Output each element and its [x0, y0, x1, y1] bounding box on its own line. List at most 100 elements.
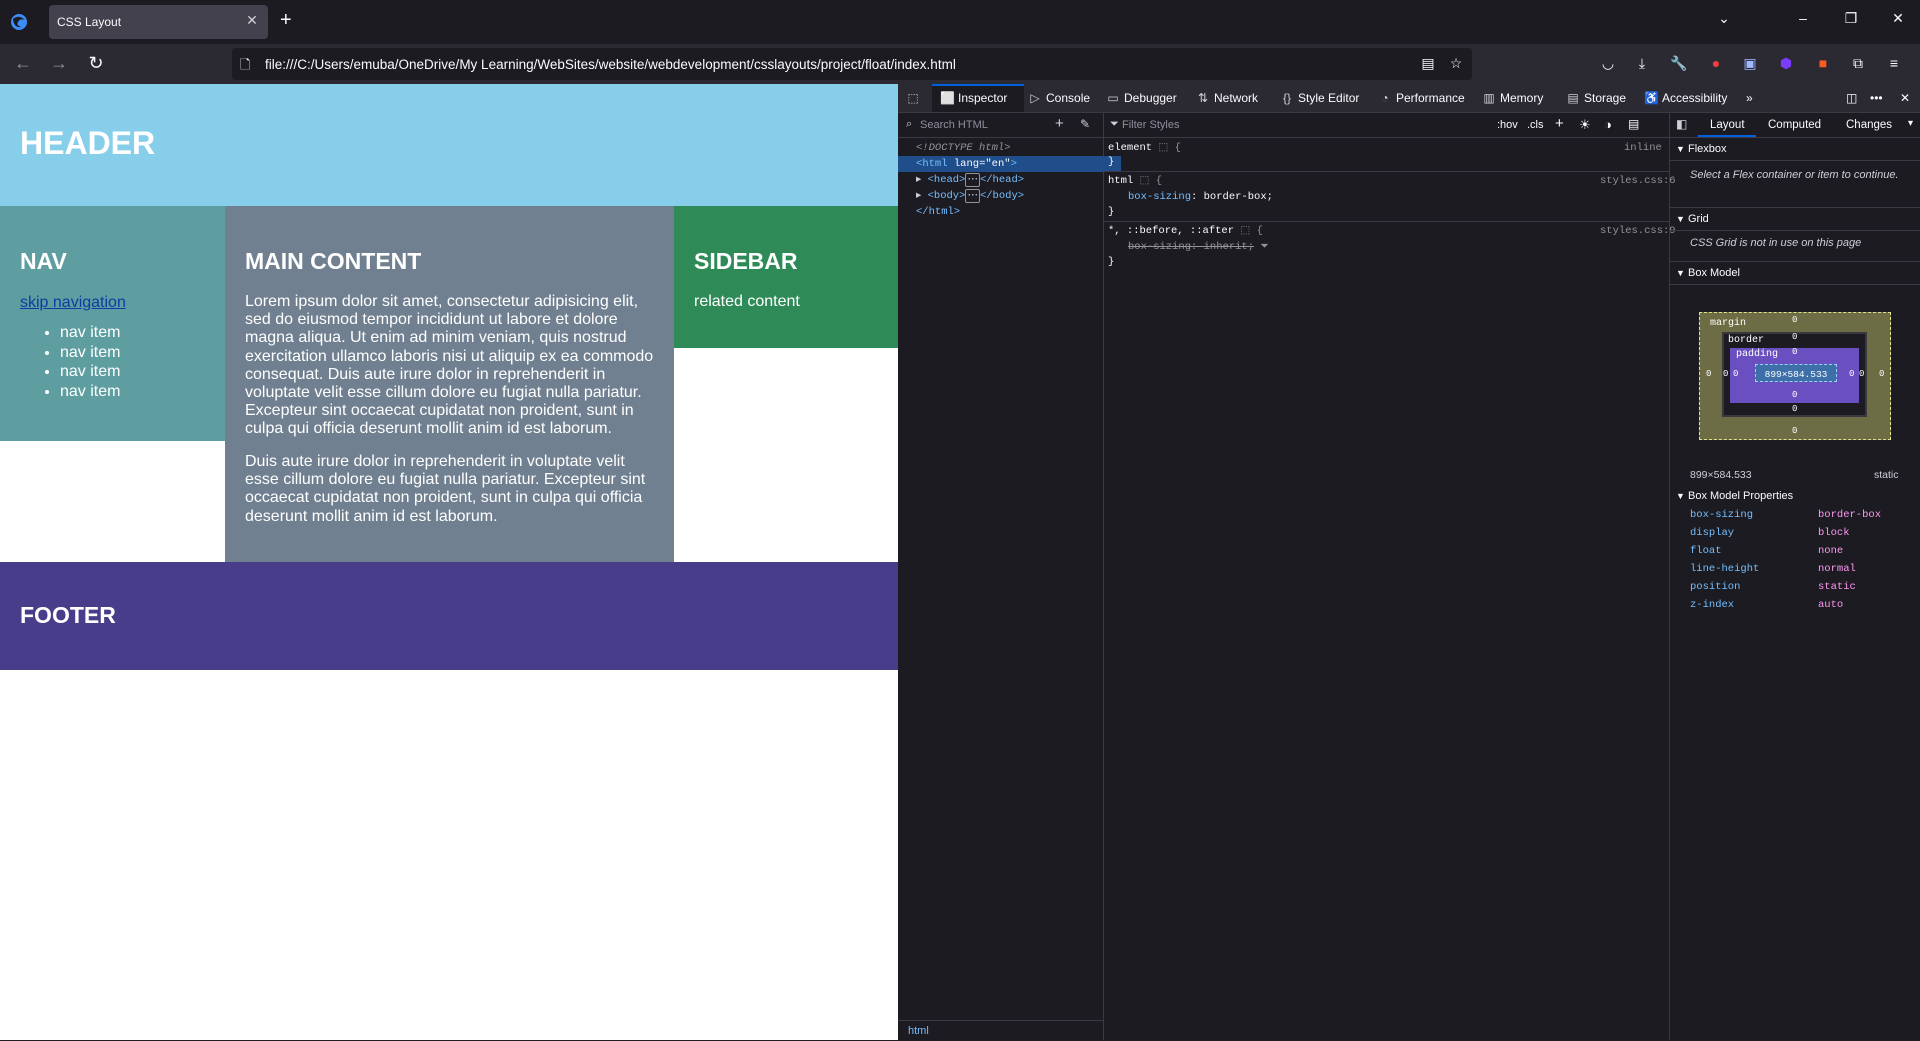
pocket-icon[interactable]: ◡	[1598, 55, 1618, 73]
minimize-icon[interactable]: –	[1791, 10, 1815, 26]
collapsed-ellipsis-icon[interactable]: ⋯	[965, 173, 980, 187]
tab-network[interactable]: ⇅ Network	[1196, 91, 1258, 105]
expand-icon[interactable]: ▸	[916, 190, 921, 202]
padding-left-value[interactable]: 0	[1733, 369, 1738, 379]
tab-style-editor[interactable]: {} Style Editor	[1280, 91, 1359, 105]
tab-list-icon[interactable]: ⌄	[1712, 10, 1736, 27]
element-picker-icon[interactable]: ⬚	[906, 91, 924, 105]
tab-computed[interactable]: Computed	[1768, 119, 1821, 131]
new-tab-icon[interactable]: +	[280, 9, 292, 32]
padding-right-value[interactable]: 0	[1849, 369, 1854, 379]
toggle-pane-icon[interactable]: ◧	[1676, 117, 1687, 131]
rule-declaration[interactable]: box-sizing: border-box;	[1128, 189, 1273, 205]
filter-styles-input[interactable]: Filter Styles	[1122, 119, 1179, 131]
markup-body-node[interactable]: ▸ <body> ⋯ </body>	[898, 188, 1121, 204]
rule-source-link[interactable]: styles.css:9	[1600, 223, 1676, 239]
border-right-value[interactable]: 0	[1859, 369, 1864, 379]
close-window-icon[interactable]: ✕	[1886, 10, 1910, 27]
back-icon[interactable]: ←	[11, 53, 35, 74]
light-scheme-icon[interactable]: ☀	[1579, 117, 1591, 133]
classes-toggle[interactable]: .cls	[1527, 119, 1544, 131]
add-node-icon[interactable]: +	[1055, 115, 1064, 132]
margin-left-value[interactable]: 0	[1706, 369, 1711, 379]
rule-universal-selector[interactable]: *, ::before, ::after ⬚ {	[1108, 223, 1263, 239]
extension-red-icon[interactable]: ●	[1706, 55, 1726, 73]
expand-icon[interactable]: ▸	[916, 174, 921, 186]
rule-source-link[interactable]: styles.css:6	[1600, 173, 1676, 189]
extension-purple-icon[interactable]: ⬢	[1776, 55, 1796, 73]
tab-close-icon[interactable]: ✕	[244, 12, 260, 29]
skip-navigation-link[interactable]: skip navigation	[20, 294, 126, 312]
search-html-input[interactable]: Search HTML	[920, 119, 988, 131]
restore-icon[interactable]: ❐	[1839, 10, 1863, 27]
nav-item[interactable]: nav item	[60, 362, 120, 382]
close-devtools-icon[interactable]: ✕	[1900, 91, 1910, 105]
overflow-menu-icon[interactable]: •••	[1870, 91, 1883, 105]
box-model-section-header[interactable]: ▼ Box Model	[1670, 261, 1920, 285]
box-model-properties-header[interactable]: ▼ Box Model Properties	[1676, 490, 1793, 502]
border-bottom-value[interactable]: 0	[1792, 404, 1797, 414]
nav-item[interactable]: nav item	[60, 343, 120, 363]
rule-source-inline[interactable]: inline	[1624, 140, 1662, 156]
margin-bottom-value[interactable]: 0	[1792, 426, 1797, 436]
breadcrumb-item-html[interactable]: html	[908, 1025, 929, 1037]
markup-html-close[interactable]: </html>	[898, 204, 1121, 220]
tab-storage[interactable]: ▤ Storage	[1566, 91, 1626, 105]
attr-value: "en"	[985, 158, 1011, 170]
rule-html-selector[interactable]: html ⬚ {	[1108, 173, 1162, 189]
tab-layout[interactable]: Layout	[1710, 119, 1745, 131]
reload-icon[interactable]: ↻	[84, 53, 108, 74]
padding-top-value[interactable]: 0	[1792, 347, 1797, 357]
hover-states-toggle[interactable]: :hov	[1497, 119, 1518, 131]
tab-inspector[interactable]: ⬜ Inspector	[940, 91, 1007, 105]
prop-value: auto	[1818, 599, 1844, 611]
downloads-icon[interactable]: ⤓	[1632, 55, 1652, 73]
tab-memory[interactable]: ▥ Memory	[1482, 91, 1543, 105]
filter-rule-icon[interactable]: ⏷	[1260, 241, 1268, 253]
add-rule-icon[interactable]: +	[1555, 115, 1564, 132]
tools-icon[interactable]: 🔧	[1669, 55, 1689, 73]
margin-top-value[interactable]: 0	[1792, 315, 1797, 325]
tab-label: Storage	[1584, 91, 1627, 105]
rule-element-selector[interactable]: element ⬚ {	[1108, 140, 1181, 156]
nav-item[interactable]: nav item	[60, 323, 120, 343]
extension-screen-icon[interactable]: ▣	[1740, 55, 1760, 73]
box-position-readout: static	[1874, 469, 1899, 481]
markup-doctype[interactable]: <!DOCTYPE html>	[898, 140, 1121, 156]
dark-scheme-icon[interactable]: ◑	[1604, 117, 1612, 132]
tab-performance[interactable]: ◔ Performance	[1378, 91, 1464, 105]
forward-icon[interactable]: →	[47, 53, 71, 74]
flexbox-section-header[interactable]: ▼ Flexbox	[1670, 138, 1920, 161]
menu-icon[interactable]: ≡	[1884, 55, 1904, 73]
rule-close-brace: }	[1108, 156, 1115, 168]
tab-debugger[interactable]: ▭ Debugger	[1106, 91, 1176, 105]
extensions-icon[interactable]: ⧉	[1848, 55, 1868, 73]
tab-accessibility[interactable]: ♿ Accessibility	[1644, 91, 1727, 105]
reader-view-icon[interactable]: ▤	[1418, 55, 1438, 73]
markup-html-node[interactable]: <html lang="en">	[898, 156, 1121, 172]
border-left-value[interactable]: 0	[1723, 369, 1728, 379]
tabs-dropdown-icon[interactable]: ▾	[1908, 118, 1913, 129]
padding-bottom-value[interactable]: 0	[1792, 390, 1797, 400]
collapsed-ellipsis-icon[interactable]: ⋯	[965, 189, 980, 203]
box-model-padding[interactable]: padding 0 0 0 0 899×584.533	[1730, 347, 1859, 403]
rule-overridden-declaration[interactable]: box-sizing: inherit; ⏷	[1128, 239, 1269, 255]
tab-changes[interactable]: Changes	[1846, 119, 1892, 131]
url-text[interactable]: file:///C:/Users/emuba/OneDrive/My Learn…	[265, 57, 956, 72]
firefox-icon[interactable]	[10, 13, 28, 31]
border-top-value[interactable]: 0	[1792, 332, 1797, 342]
tab-console[interactable]: ▷ Console	[1028, 91, 1090, 105]
box-model-content[interactable]: 899×584.533	[1755, 364, 1837, 382]
margin-right-value[interactable]: 0	[1879, 369, 1884, 379]
box-model-border[interactable]: border 0 0 0 0 padding 0 0 0 0 899×584.5…	[1722, 332, 1867, 417]
markup-head-node[interactable]: ▸ <head> ⋯ </head>	[898, 172, 1121, 188]
extension-orange-icon[interactable]: ■	[1813, 55, 1833, 73]
print-media-icon[interactable]: ▤	[1628, 117, 1639, 131]
nav-item[interactable]: nav item	[60, 382, 120, 402]
eyedropper-icon[interactable]: ✎	[1080, 117, 1090, 131]
more-tabs-icon[interactable]: »	[1746, 91, 1753, 105]
box-model-margin[interactable]: margin 0 0 0 0 border 0 0 0 0 padding 0 …	[1699, 312, 1891, 440]
dock-icon[interactable]: ◫	[1846, 91, 1857, 105]
grid-section-header[interactable]: ▼ Grid	[1670, 207, 1920, 231]
bookmark-star-icon[interactable]: ☆	[1446, 55, 1466, 73]
